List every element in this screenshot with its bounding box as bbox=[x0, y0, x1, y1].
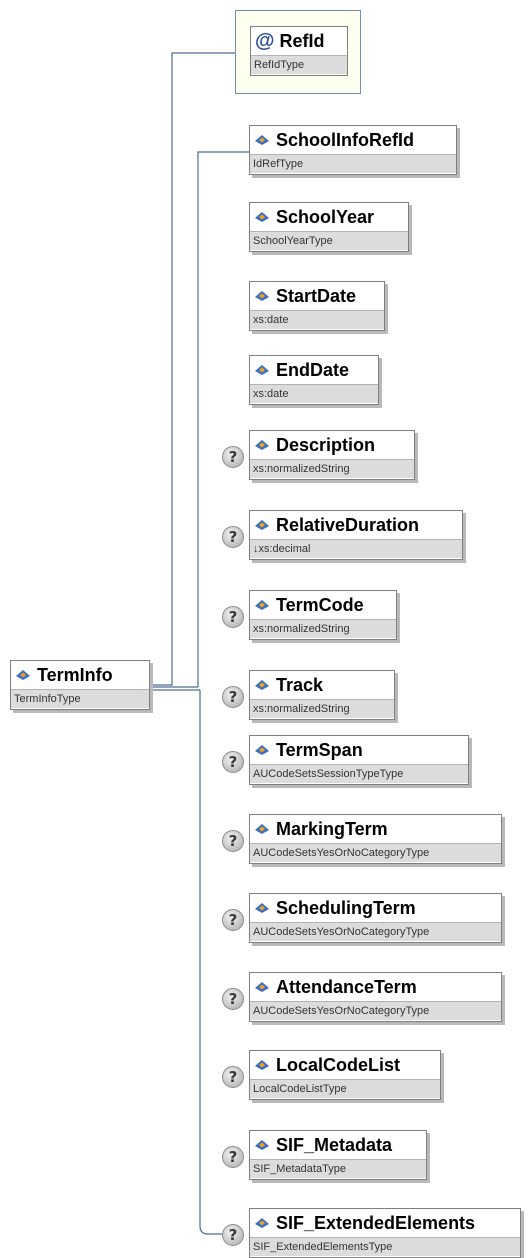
sequence-bottom-branch bbox=[199, 690, 222, 1235]
attribute-icon: @ bbox=[255, 30, 275, 52]
element-type: ↓xs:decimal bbox=[250, 539, 462, 558]
optional-icon: ? bbox=[222, 830, 244, 852]
element-icon bbox=[255, 680, 269, 690]
element-name: StartDate bbox=[276, 285, 357, 306]
element-name: SchoolYear bbox=[276, 206, 375, 227]
element-icon bbox=[255, 600, 269, 610]
optional-icon: ? bbox=[222, 1146, 244, 1168]
element-type: SchoolYearType bbox=[250, 231, 408, 250]
element-type: LocalCodeListType bbox=[250, 1079, 440, 1098]
element-type: xs:normalizedString bbox=[250, 619, 396, 638]
element-type: xs:date bbox=[250, 310, 384, 329]
element-type: SIF_MetadataType bbox=[250, 1159, 426, 1178]
optional-icon: ? bbox=[222, 909, 244, 931]
element-icon bbox=[255, 1140, 269, 1150]
root-element-type: TermInfoType bbox=[11, 689, 149, 708]
schema-diagram: @ RefId RefIdType TermInfo TermInfoType … bbox=[0, 0, 528, 1258]
element-school-info-ref-id[interactable]: SchoolInfoRefId IdRefType bbox=[249, 125, 457, 175]
element-icon bbox=[16, 670, 30, 680]
element-name: Track bbox=[276, 674, 324, 695]
element-type: AUCodeSetsYesOrNoCategoryType bbox=[250, 1001, 501, 1020]
element-name: TermCode bbox=[276, 594, 364, 615]
element-name: SchedulingTerm bbox=[276, 897, 416, 918]
element-icon bbox=[255, 520, 269, 530]
element-icon bbox=[255, 745, 269, 755]
element-end-date[interactable]: EndDate xs:date bbox=[249, 355, 379, 405]
element-type: AUCodeSetsYesOrNoCategoryType bbox=[250, 922, 501, 941]
sequence-top-branch bbox=[197, 151, 249, 687]
element-attendance-term[interactable]: AttendanceTerm AUCodeSetsYesOrNoCategoryT… bbox=[249, 972, 502, 1022]
optional-icon: ? bbox=[222, 606, 244, 628]
optional-icon: ? bbox=[222, 526, 244, 548]
optional-icon: ? bbox=[222, 988, 244, 1010]
element-type: xs:normalizedString bbox=[250, 699, 394, 718]
element-name: SchoolInfoRefId bbox=[276, 129, 414, 150]
element-track[interactable]: Track xs:normalizedString bbox=[249, 670, 395, 720]
attribute-type: RefIdType bbox=[251, 55, 347, 74]
root-element-terminfo[interactable]: TermInfo TermInfoType bbox=[10, 660, 150, 710]
element-school-year[interactable]: SchoolYear SchoolYearType bbox=[249, 202, 409, 252]
attribute-name: RefId bbox=[279, 30, 325, 51]
element-name: LocalCodeList bbox=[276, 1054, 401, 1075]
element-description[interactable]: Description xs:normalizedString bbox=[249, 430, 415, 480]
element-icon bbox=[255, 903, 269, 913]
element-icon bbox=[255, 135, 269, 145]
optional-icon: ? bbox=[222, 1066, 244, 1088]
element-type: AUCodeSetsSessionTypeType bbox=[250, 764, 468, 783]
element-icon bbox=[255, 824, 269, 834]
element-name: RelativeDuration bbox=[276, 514, 420, 535]
optional-icon: ? bbox=[222, 446, 244, 468]
element-name: MarkingTerm bbox=[276, 818, 388, 839]
element-icon bbox=[255, 365, 269, 375]
element-relative-duration[interactable]: RelativeDuration ↓xs:decimal bbox=[249, 510, 463, 560]
element-type: AUCodeSetsYesOrNoCategoryType bbox=[250, 843, 501, 862]
element-name: EndDate bbox=[276, 359, 350, 380]
element-name: AttendanceTerm bbox=[276, 976, 417, 997]
element-type: IdRefType bbox=[250, 154, 456, 173]
element-name: SIF_Metadata bbox=[276, 1134, 393, 1155]
optional-icon: ? bbox=[222, 686, 244, 708]
element-type: xs:date bbox=[250, 384, 378, 403]
element-start-date[interactable]: StartDate xs:date bbox=[249, 281, 385, 331]
element-term-code[interactable]: TermCode xs:normalizedString bbox=[249, 590, 397, 640]
element-icon bbox=[255, 212, 269, 222]
element-icon bbox=[255, 440, 269, 450]
element-marking-term[interactable]: MarkingTerm AUCodeSetsYesOrNoCategoryType bbox=[249, 814, 502, 864]
element-type: SIF_ExtendedElementsType bbox=[250, 1237, 520, 1256]
element-scheduling-term[interactable]: SchedulingTerm AUCodeSetsYesOrNoCategoryT… bbox=[249, 893, 502, 943]
element-icon bbox=[255, 1060, 269, 1070]
element-icon bbox=[255, 1218, 269, 1228]
optional-icon: ? bbox=[222, 751, 244, 773]
element-icon bbox=[255, 291, 269, 301]
element-type: xs:normalizedString bbox=[250, 459, 414, 478]
element-icon bbox=[255, 982, 269, 992]
element-name: SIF_ExtendedElements bbox=[276, 1212, 476, 1233]
element-term-span[interactable]: TermSpan AUCodeSetsSessionTypeType bbox=[249, 735, 469, 785]
element-name: TermSpan bbox=[276, 739, 363, 760]
attribute-group: @ RefId RefIdType bbox=[235, 10, 361, 94]
element-sif-metadata[interactable]: SIF_Metadata SIF_MetadataType bbox=[249, 1130, 427, 1180]
attribute-refid[interactable]: @ RefId RefIdType bbox=[250, 26, 348, 76]
element-local-code-list[interactable]: LocalCodeList LocalCodeListType bbox=[249, 1050, 441, 1100]
element-sif-extended-elements[interactable]: SIF_ExtendedElements SIF_ExtendedElements… bbox=[249, 1208, 521, 1258]
attribute-connector bbox=[150, 52, 249, 686]
root-element-name: TermInfo bbox=[37, 664, 113, 685]
optional-icon: ? bbox=[222, 1224, 244, 1246]
element-name: Description bbox=[276, 434, 376, 455]
